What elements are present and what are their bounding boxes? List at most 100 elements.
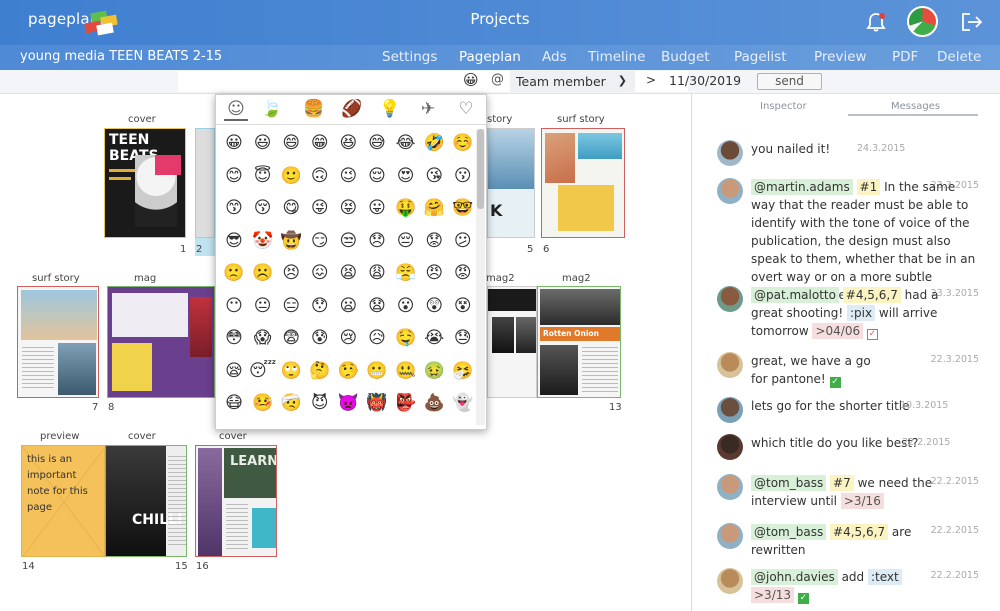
asset-tag[interactable]: :text [868, 569, 902, 585]
emoji-cell[interactable]: 😒 [334, 227, 362, 255]
emoji-cell[interactable]: 🤑 [392, 194, 420, 222]
emoji-cell[interactable]: 😱 [249, 324, 277, 352]
emoji-cell[interactable]: 😧 [363, 292, 391, 320]
nav-pdf[interactable]: PDF [892, 49, 918, 65]
smileys-tab-icon[interactable]: ☺ [224, 99, 248, 121]
emoji-cell[interactable]: 🤤 [392, 324, 420, 352]
emoji-cell[interactable]: 😳 [220, 324, 248, 352]
asset-tag[interactable]: :pix [846, 305, 876, 321]
nav-settings[interactable]: Settings [382, 49, 437, 65]
team-member-select[interactable]: Team member ❯ [510, 71, 635, 92]
page-tag[interactable]: #4,5,6,7 [830, 524, 889, 540]
emoji-cell[interactable]: 😇 [249, 162, 277, 190]
checked-checkbox-icon[interactable]: ✓ [829, 377, 841, 388]
mention-tag[interactable]: @martin.adams [751, 179, 853, 195]
emoji-cell[interactable]: 😬 [363, 357, 391, 385]
emoji-cell[interactable]: 😴 [249, 357, 277, 385]
emoji-cell[interactable]: 😩 [363, 259, 391, 287]
nav-pageplan[interactable]: Pageplan [459, 49, 521, 65]
page-thumbnail-15[interactable]: CHILLI [105, 445, 187, 557]
emoji-cell[interactable]: 😖 [306, 259, 334, 287]
page-thumbnail-5[interactable]: K [487, 128, 535, 238]
emoji-cell[interactable]: 🤣 [420, 129, 448, 157]
page-thumbnail-8[interactable] [107, 286, 215, 398]
emoji-cell[interactable]: 😮 [392, 292, 420, 320]
emoji-cell[interactable]: 😯 [306, 292, 334, 320]
nav-budget[interactable]: Budget [661, 49, 710, 65]
tab-inspector[interactable]: Inspector [760, 101, 807, 112]
nature-tab-icon[interactable]: 🍃 [260, 99, 284, 121]
emoji-cell[interactable]: 😥 [363, 324, 391, 352]
emoji-cell[interactable]: 🤠 [277, 227, 305, 255]
emoji-cell[interactable]: 😅 [363, 129, 391, 157]
emoji-cell[interactable]: 😙 [220, 194, 248, 222]
emoji-cell[interactable]: 🤐 [392, 357, 420, 385]
emoji-cell[interactable]: 😫 [334, 259, 362, 287]
emoji-cell[interactable]: 😎 [220, 227, 248, 255]
page-thumbnail-13[interactable]: Rotten Onion [537, 286, 621, 398]
tab-messages[interactable]: Messages [891, 101, 940, 112]
user-avatar[interactable] [907, 6, 938, 37]
page-thumbnail-7[interactable] [17, 286, 99, 398]
page-tag[interactable]: #4,5,6,7 [842, 287, 901, 303]
mention-tag[interactable]: @tom_bass [751, 524, 827, 540]
mention-tag[interactable]: @tom_bass [751, 475, 827, 491]
scrollbar-thumb[interactable] [477, 129, 484, 209]
emoji-cell[interactable]: 😑 [277, 292, 305, 320]
emoji-cell[interactable]: 😡 [449, 259, 477, 287]
due-date-tag[interactable]: >04/06 [812, 323, 864, 339]
emoji-picker[interactable]: ☺ 🍃 🍔 🏈 💡 ✈ ♡ 😀 😃 😄 😁 😆 😅 😂 🤣 ☺️ 😊 😇 🙂 🙃 😉 😌 😍 😘 😗 😙 😚 😋 😜 😝 😛 🤑… [215, 94, 487, 430]
emoji-cell[interactable]: 😈 [306, 389, 334, 417]
due-date-field[interactable]: 11/30/2019 [669, 73, 741, 88]
page-thumbnail-1[interactable]: TEEN BEATS [104, 128, 186, 238]
emoji-cell[interactable]: 😭 [420, 324, 448, 352]
emoji-picker-button[interactable]: 😀 [463, 71, 479, 89]
emoji-cell[interactable]: 😠 [420, 259, 448, 287]
emoji-cell[interactable]: 😤 [392, 259, 420, 287]
emoji-cell[interactable]: 😣 [277, 259, 305, 287]
emoji-cell[interactable]: 🤗 [420, 194, 448, 222]
emoji-cell[interactable]: 😪 [220, 357, 248, 385]
emoji-cell[interactable]: 😌 [363, 162, 391, 190]
emoji-cell[interactable]: 👺 [392, 389, 420, 417]
emoji-cell[interactable]: 🙃 [306, 162, 334, 190]
emoji-cell[interactable]: 🙄 [277, 357, 305, 385]
emoji-cell[interactable]: 😃 [249, 129, 277, 157]
emoji-cell[interactable]: 😚 [249, 194, 277, 222]
emoji-cell[interactable]: 😏 [306, 227, 334, 255]
emoji-cell[interactable]: 😵 [449, 292, 477, 320]
emoji-cell[interactable]: 😜 [306, 194, 334, 222]
emoji-cell[interactable]: 😀 [220, 129, 248, 157]
emoji-cell[interactable]: 😍 [392, 162, 420, 190]
mention-tag[interactable]: @pat.malotto [751, 287, 839, 303]
emoji-cell[interactable]: 🤧 [449, 357, 477, 385]
symbols-tab-icon[interactable]: ♡ [454, 99, 478, 121]
emoji-cell[interactable]: 😆 [334, 129, 362, 157]
emoji-cell[interactable]: 😔 [392, 227, 420, 255]
emoji-cell[interactable]: 😄 [277, 129, 305, 157]
nav-ads[interactable]: Ads [542, 49, 567, 65]
emoji-cell[interactable]: 😝 [334, 194, 362, 222]
page-thumbnail-16[interactable]: LEARN [195, 445, 277, 557]
emoji-cell[interactable]: 💩 [420, 389, 448, 417]
emoji-cell[interactable]: 😰 [306, 324, 334, 352]
emoji-cell[interactable]: 😛 [363, 194, 391, 222]
emoji-cell[interactable]: 😁 [306, 129, 334, 157]
emoji-cell[interactable]: 😊 [220, 162, 248, 190]
nav-delete[interactable]: Delete [937, 49, 981, 65]
emoji-cell[interactable]: 🤒 [249, 389, 277, 417]
nav-preview[interactable]: Preview [814, 49, 867, 65]
emoji-cell[interactable]: 👹 [363, 389, 391, 417]
emoji-cell[interactable]: 😋 [277, 194, 305, 222]
emoji-scrollbar[interactable] [476, 129, 485, 425]
mention-at-sign[interactable]: @ [491, 72, 504, 87]
emoji-cell[interactable]: 😓 [449, 324, 477, 352]
emoji-cell[interactable]: ☹️ [249, 259, 277, 287]
emoji-cell[interactable]: 😨 [277, 324, 305, 352]
ideas-tab-icon[interactable]: 💡 [378, 99, 402, 121]
emoji-cell[interactable]: 😉 [334, 162, 362, 190]
emoji-cell[interactable]: 🤢 [420, 357, 448, 385]
emoji-cell[interactable]: 😲 [420, 292, 448, 320]
emoji-cell[interactable]: ☺️ [449, 129, 477, 157]
page-tag[interactable]: #7 [830, 475, 854, 491]
